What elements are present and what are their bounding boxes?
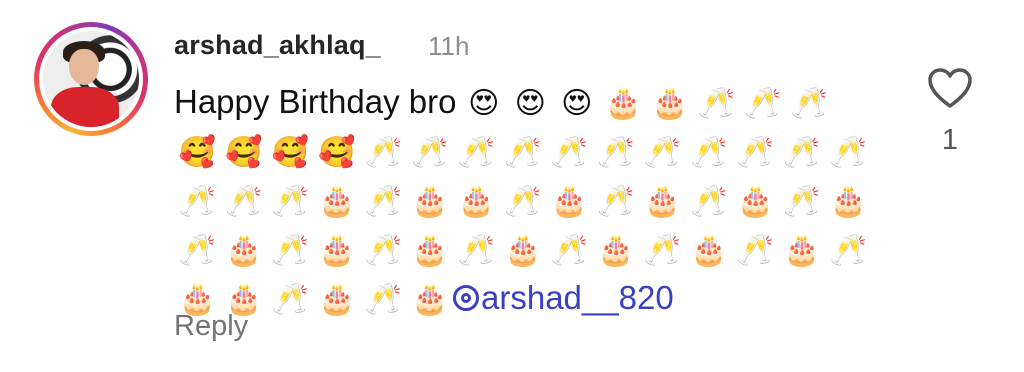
smiling-hearts-emoji: 🥰 — [225, 135, 263, 170]
cake-emoji: 🎂 — [550, 184, 588, 219]
clinking-glasses-emoji: 🥂 — [690, 184, 728, 219]
clinking-glasses-emoji: 🥂 — [744, 86, 782, 121]
cake-emoji: 🎂 — [504, 233, 542, 268]
clinking-glasses-emoji: 🥂 — [504, 135, 542, 170]
clinking-glasses-emoji: 🥂 — [736, 233, 774, 268]
cake-emoji: 🎂 — [457, 184, 495, 219]
heart-eyes-emoji: 😍 — [561, 86, 593, 121]
cake-emoji: 🎂 — [643, 184, 681, 219]
cake-emoji: 🎂 — [736, 184, 774, 219]
avatar-face — [69, 49, 99, 85]
cake-emoji: 🎂 — [604, 86, 642, 121]
clinking-glasses-emoji: 🥂 — [550, 233, 588, 268]
heart-eyes-emoji: 😍 — [514, 86, 546, 121]
clinking-glasses-emoji: 🥂 — [643, 233, 681, 268]
mention-username: arshad__820 — [481, 279, 674, 316]
cake-emoji: 🎂 — [225, 233, 263, 268]
cake-emoji: 🎂 — [411, 184, 449, 219]
clinking-glasses-emoji: 🥂 — [643, 135, 681, 170]
smiling-hearts-emoji: 🥰 — [178, 135, 216, 170]
clinking-glasses-emoji: 🥂 — [783, 184, 821, 219]
clinking-glasses-emoji: 🥂 — [271, 233, 309, 268]
avatar-gap — [39, 27, 143, 131]
smiling-hearts-emoji: 🥰 — [271, 135, 309, 170]
clinking-glasses-emoji: 🥂 — [271, 282, 309, 317]
comment-text: Happy Birthday bro 😍 😍 😍 🎂 🎂 🥂 🥂 🥂🥰 🥰 🥰 🥰 🥂 🥂 🥂 🥂 🥂 🥂 🥂 🥂 🥂 🥂… — [174, 78, 874, 323]
clinking-glasses-emoji: 🥂 — [364, 184, 402, 219]
heart-outline-icon — [928, 68, 972, 108]
username[interactable]: arshad_akhlaq_ — [174, 30, 381, 61]
clinking-glasses-emoji: 🥂 — [364, 135, 402, 170]
threads-at-icon — [453, 285, 479, 311]
clinking-glasses-emoji: 🥂 — [271, 184, 309, 219]
like-count: 1 — [941, 124, 959, 156]
clinking-glasses-emoji: 🥂 — [550, 135, 588, 170]
clinking-glasses-emoji: 🥂 — [178, 233, 216, 268]
mention-link[interactable]: arshad__820 — [453, 279, 674, 316]
clinking-glasses-emoji: 🥂 — [697, 86, 735, 121]
clinking-glasses-emoji: 🥂 — [364, 233, 402, 268]
clinking-glasses-emoji: 🥂 — [790, 86, 828, 121]
cake-emoji: 🎂 — [783, 233, 821, 268]
timestamp: 11h — [428, 31, 470, 61]
clinking-glasses-emoji: 🥂 — [364, 282, 402, 317]
clinking-glasses-emoji: 🥂 — [736, 135, 774, 170]
reply-button[interactable]: Reply — [174, 310, 248, 343]
avatar-shirt — [51, 87, 119, 127]
clinking-glasses-emoji: 🥂 — [457, 233, 495, 268]
avatar[interactable] — [43, 31, 139, 127]
cake-emoji: 🎂 — [318, 184, 356, 219]
smiling-hearts-emoji: 🥰 — [318, 135, 356, 170]
cake-emoji: 🎂 — [318, 233, 356, 268]
clinking-glasses-emoji: 🥂 — [597, 135, 635, 170]
avatar-ring[interactable] — [34, 22, 148, 136]
cake-emoji: 🎂 — [829, 184, 867, 219]
clinking-glasses-emoji: 🥂 — [225, 184, 263, 219]
cake-emoji: 🎂 — [690, 233, 728, 268]
cake-emoji: 🎂 — [597, 233, 635, 268]
cake-emoji: 🎂 — [318, 282, 356, 317]
clinking-glasses-emoji: 🥂 — [690, 135, 728, 170]
clinking-glasses-emoji: 🥂 — [411, 135, 449, 170]
clinking-glasses-emoji: 🥂 — [457, 135, 495, 170]
clinking-glasses-emoji: 🥂 — [178, 184, 216, 219]
cake-emoji: 🎂 — [651, 86, 689, 121]
clinking-glasses-emoji: 🥂 — [829, 135, 867, 170]
clinking-glasses-emoji: 🥂 — [829, 233, 867, 268]
clinking-glasses-emoji: 🥂 — [783, 135, 821, 170]
cake-emoji: 🎂 — [411, 282, 449, 317]
clinking-glasses-emoji: 🥂 — [597, 184, 635, 219]
cake-emoji: 🎂 — [411, 233, 449, 268]
heart-eyes-emoji: 😍 — [468, 86, 500, 121]
comment-message: Happy Birthday bro — [174, 83, 457, 120]
like-button[interactable] — [926, 66, 974, 110]
clinking-glasses-emoji: 🥂 — [504, 184, 542, 219]
